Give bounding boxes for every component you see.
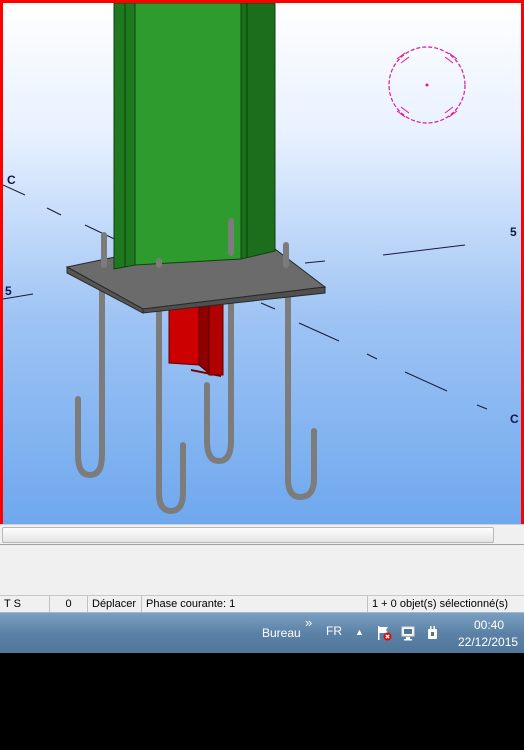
grid-label-c-right: C bbox=[510, 412, 519, 426]
clock-time[interactable]: 00:40 bbox=[474, 618, 504, 632]
horizontal-scrollbar[interactable] bbox=[0, 524, 524, 545]
grid-label-5-left: 5 bbox=[5, 284, 12, 298]
show-hidden-icons-arrow[interactable]: ▲ bbox=[355, 627, 364, 637]
grid-label-c-top: C bbox=[7, 173, 16, 187]
empty-panel bbox=[0, 544, 524, 596]
status-count: 0 bbox=[50, 596, 88, 613]
steel-column[interactable] bbox=[113, 3, 276, 270]
grid-label-5-right: 5 bbox=[510, 225, 517, 239]
scrollbar-thumb[interactable] bbox=[2, 527, 494, 543]
toolbar-chevron-icon[interactable]: » bbox=[305, 615, 312, 630]
status-phase: Phase courante: 1 bbox=[142, 596, 368, 613]
model-scene[interactable]: C 5 5 C bbox=[3, 3, 521, 524]
windows-taskbar: Bureau » FR ▲ 00:40 22/12/2015 bbox=[0, 612, 524, 654]
status-command: Déplacer bbox=[88, 596, 142, 613]
power-plug-icon[interactable] bbox=[425, 625, 441, 641]
action-center-flag-icon[interactable] bbox=[376, 625, 392, 641]
network-icon[interactable] bbox=[401, 625, 417, 641]
black-screen-area bbox=[0, 653, 524, 750]
status-bar: T S 0 Déplacer Phase courante: 1 1 + 0 o… bbox=[0, 595, 524, 613]
status-mode: T S bbox=[0, 596, 50, 613]
status-selection: 1 + 0 objet(s) sélectionné(s) bbox=[372, 598, 509, 610]
toolbar-label-bureau[interactable]: Bureau bbox=[262, 626, 301, 640]
clock-date[interactable]: 22/12/2015 bbox=[458, 635, 518, 649]
language-indicator[interactable]: FR bbox=[326, 624, 342, 638]
3d-model-viewport[interactable]: C 5 5 C bbox=[0, 0, 524, 524]
selection-circle-icon bbox=[388, 46, 466, 124]
